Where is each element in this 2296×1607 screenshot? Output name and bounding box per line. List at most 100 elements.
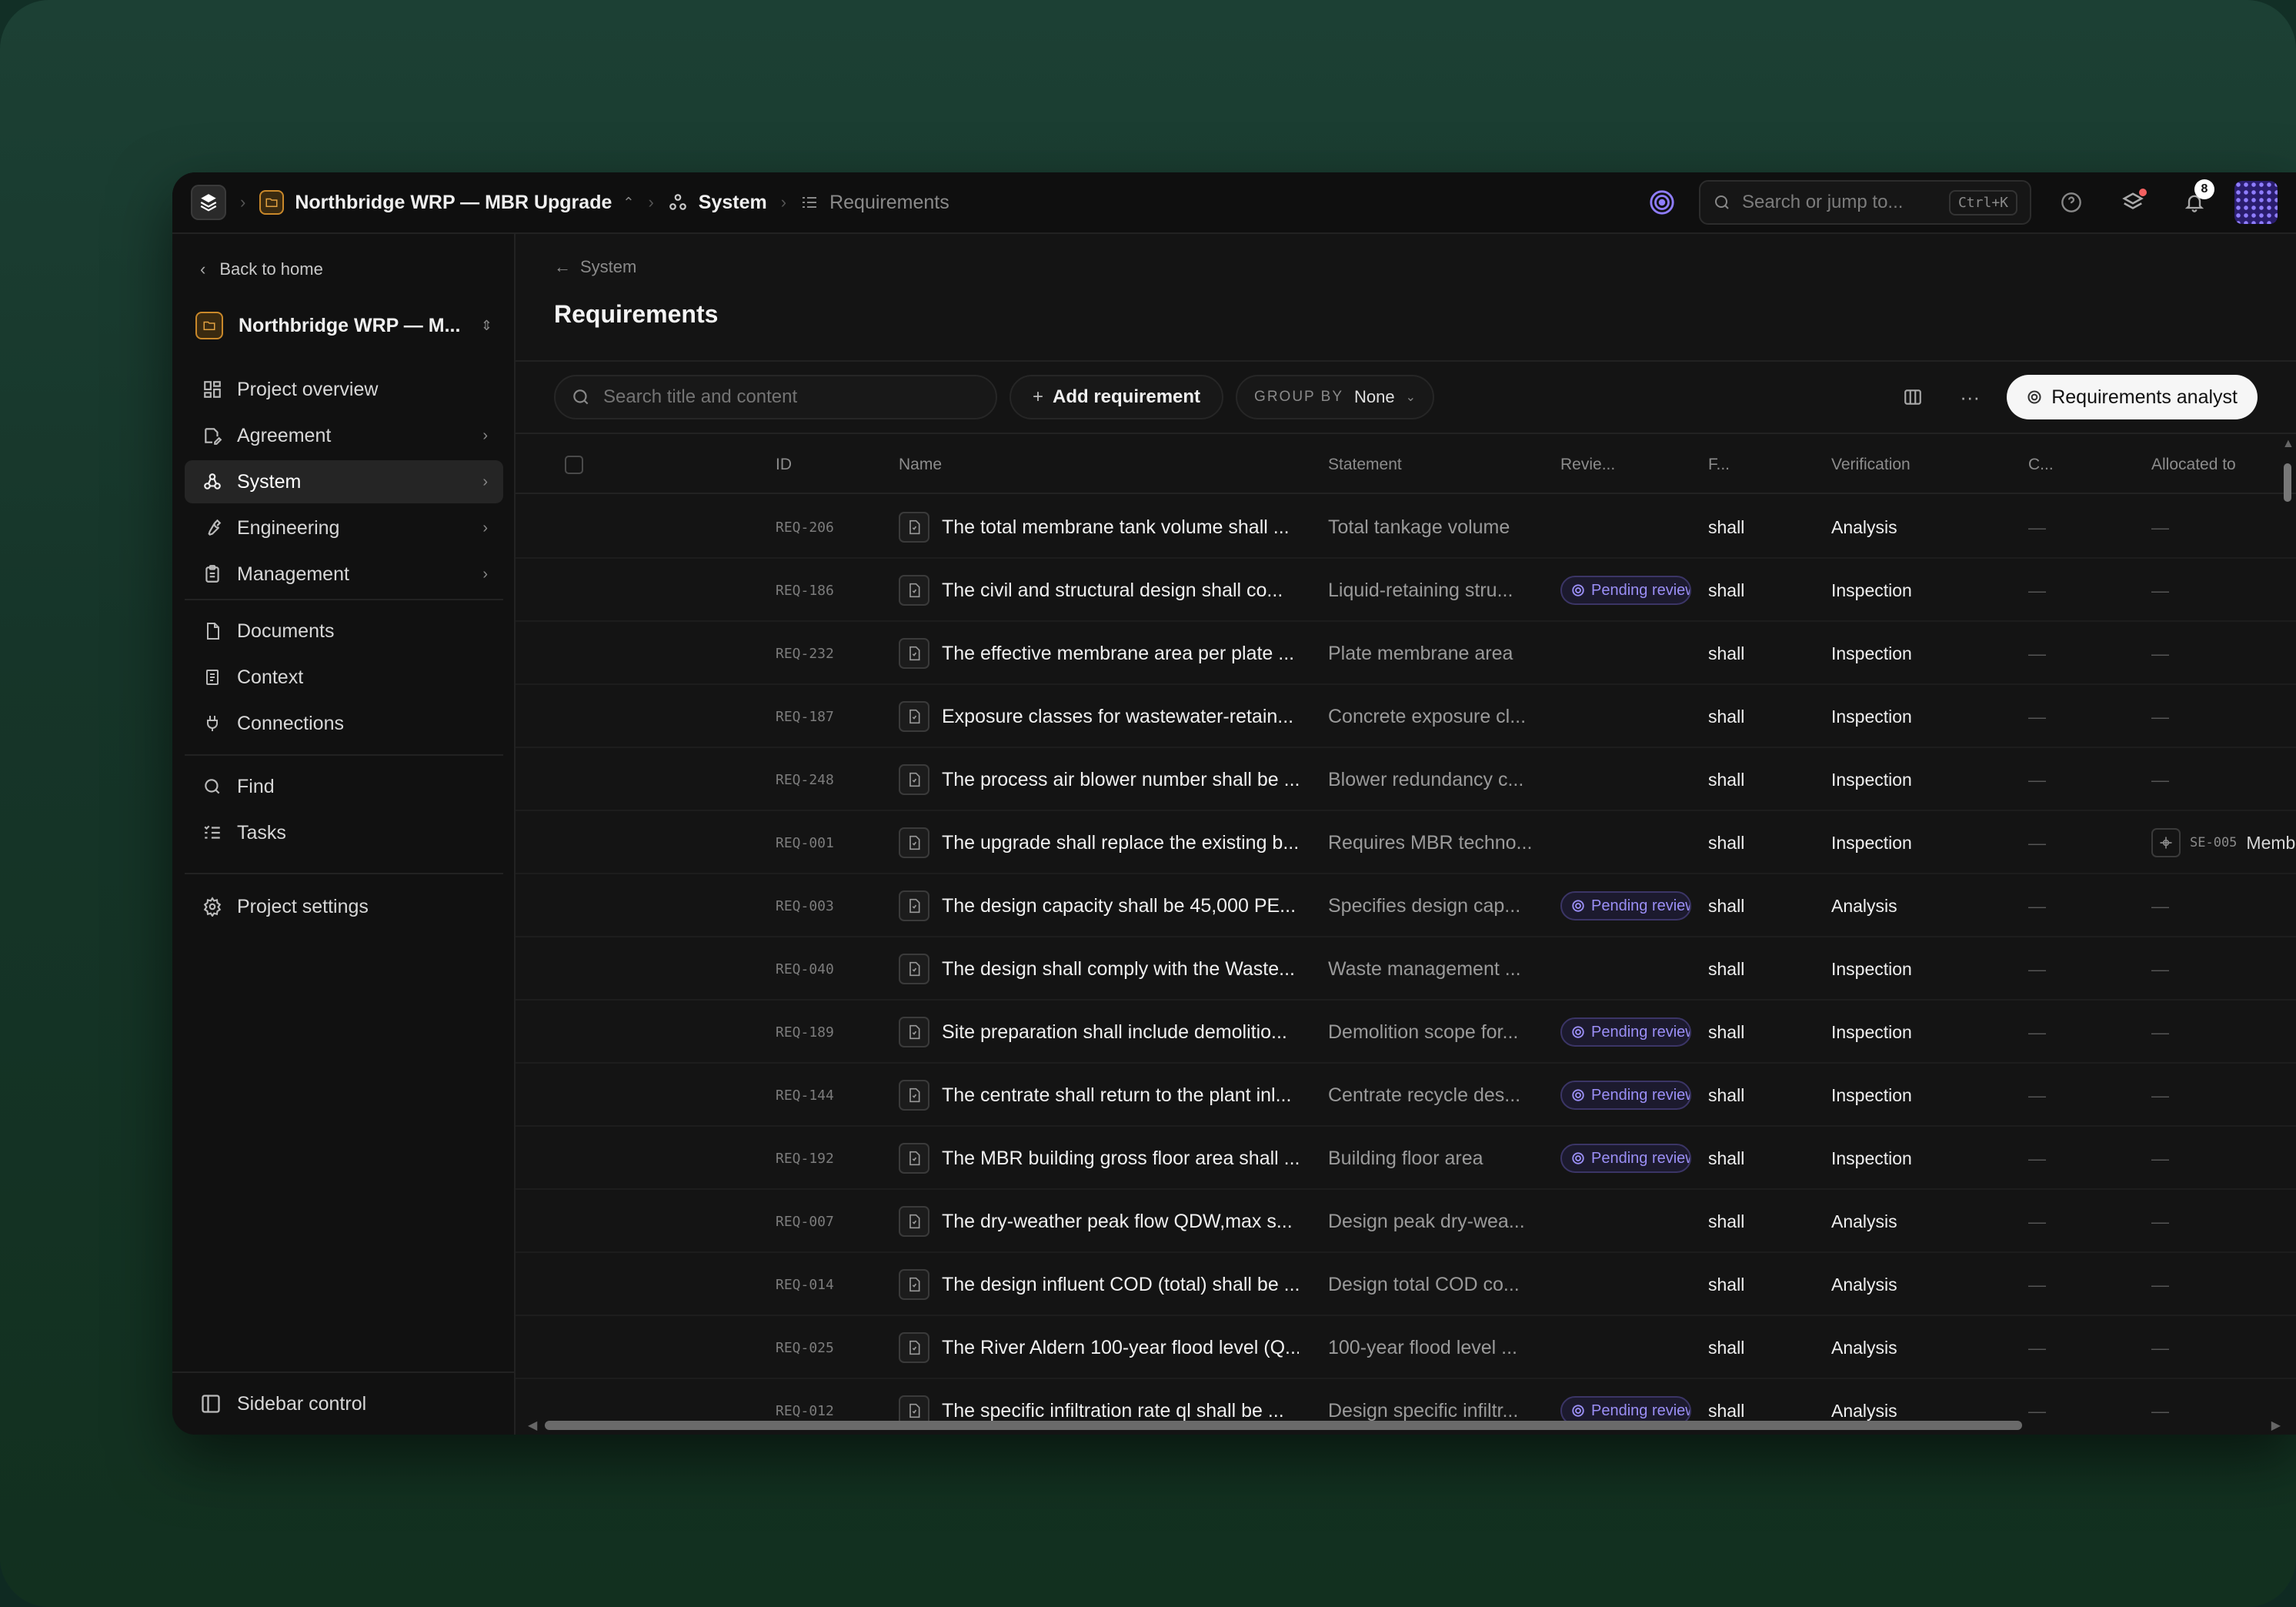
requirement-name-cell[interactable]: The centrate shall return to the plant i…	[899, 1064, 1299, 1127]
sidebar-item-find[interactable]: Find	[185, 765, 503, 808]
app-logo-icon[interactable]	[191, 185, 226, 220]
requirement-name-cell[interactable]: Exposure classes for wastewater-retain..…	[899, 685, 1299, 748]
requirement-name-cell[interactable]: The River Aldern 100-year flood level (Q…	[899, 1316, 1299, 1379]
requirement-name-cell[interactable]: The process air blower number shall be .…	[899, 748, 1299, 811]
table-row[interactable]: REQ-014 The design influent COD (total) s…	[516, 1253, 2296, 1316]
requirement-name-cell[interactable]: The design shall comply with the Waste..…	[899, 937, 1299, 1001]
table-row[interactable]: REQ-186 The civil and structural design s…	[516, 559, 2296, 622]
allocation-empty: —	[2151, 1274, 2169, 1295]
allocated-to-cell[interactable]: —	[2151, 685, 2296, 748]
allocated-to-cell[interactable]: —	[2151, 1127, 2296, 1190]
table-row[interactable]: REQ-206 The total membrane tank volume sh…	[516, 496, 2296, 559]
allocated-to-cell[interactable]: —	[2151, 937, 2296, 1001]
requirement-document-icon	[899, 638, 929, 669]
review-status-badge[interactable]: Pending review	[1560, 576, 1691, 605]
review-status-badge[interactable]: Pending review	[1560, 1017, 1691, 1047]
sidebar-item-project-overview[interactable]: Project overview	[185, 368, 503, 411]
breadcrumb-project[interactable]: Northbridge WRP — MBR Upgrade	[295, 192, 612, 214]
column-header-id[interactable]: ID	[776, 436, 792, 494]
chevron-updown-icon[interactable]: ⌃	[622, 195, 634, 211]
requirement-name-cell[interactable]: The dry-weather peak flow QDW,max s...	[899, 1190, 1299, 1253]
project-switcher[interactable]: Northbridge WRP — M... ⇕	[195, 303, 492, 348]
group-by-key: GROUP BY	[1254, 389, 1344, 405]
requirement-name-cell[interactable]: The design influent COD (total) shall be…	[899, 1253, 1299, 1316]
sidebar-item-system[interactable]: System ›	[185, 460, 503, 503]
columns-icon[interactable]	[1893, 377, 1933, 417]
sidebar-item-tasks[interactable]: Tasks	[185, 811, 503, 854]
sidebar-item-engineering[interactable]: Engineering ›	[185, 506, 503, 550]
more-options-icon[interactable]: ···	[1950, 377, 1990, 417]
sidebar-item-context[interactable]: Context	[185, 656, 503, 699]
allocated-to-cell[interactable]: —	[2151, 1253, 2296, 1316]
chevron-right-icon: ›	[482, 473, 488, 490]
allocated-to-cell[interactable]: —	[2151, 1001, 2296, 1064]
requirements-analyst-button[interactable]: Requirements analyst	[2007, 375, 2258, 419]
allocated-to-cell[interactable]: —	[2151, 1316, 2296, 1379]
table-row[interactable]: REQ-003 The design capacity shall be 45,0…	[516, 874, 2296, 937]
table-row[interactable]: REQ-192 The MBR building gross floor area…	[516, 1127, 2296, 1190]
requirement-name-cell[interactable]: The design capacity shall be 45,000 PE..…	[899, 874, 1299, 937]
select-all-checkbox[interactable]	[565, 456, 583, 474]
bell-icon[interactable]: 8	[2173, 179, 2216, 224]
horizontal-scroll-thumb[interactable]	[545, 1421, 2022, 1430]
breadcrumb-section[interactable]: System	[699, 192, 767, 214]
allocated-to-cell[interactable]: —	[2151, 748, 2296, 811]
back-to-system-link[interactable]: ← System	[554, 257, 636, 277]
scroll-left-arrow-icon[interactable]: ◀	[528, 1418, 537, 1433]
allocated-to-cell[interactable]: SE-005Membrane filtr...	[2151, 811, 2296, 874]
back-to-home-link[interactable]: ‹ Back to home	[200, 251, 323, 288]
review-status-badge[interactable]: Pending review	[1560, 1144, 1691, 1173]
allocated-to-cell[interactable]: —	[2151, 874, 2296, 937]
scroll-up-arrow-icon[interactable]: ▲	[2282, 437, 2294, 451]
sidebar-item-project-settings[interactable]: Project settings	[185, 885, 503, 928]
allocated-to-cell[interactable]: —	[2151, 496, 2296, 559]
scroll-right-arrow-icon[interactable]: ▶	[2271, 1418, 2281, 1433]
help-icon[interactable]	[2050, 181, 2093, 224]
requirement-name-cell[interactable]: The total membrane tank volume shall ...	[899, 496, 1299, 559]
requirement-form: shall	[1708, 1021, 1745, 1042]
column-header-c[interactable]: C...	[2028, 436, 2054, 494]
vertical-scroll-thumb[interactable]	[2284, 463, 2291, 502]
global-search-input[interactable]: Search or jump to... Ctrl+K	[1699, 180, 2031, 225]
allocated-to-cell[interactable]: —	[2151, 1064, 2296, 1127]
sidebar-item-connections[interactable]: Connections	[185, 702, 503, 745]
requirement-name-cell[interactable]: The effective membrane area per plate ..…	[899, 622, 1299, 685]
vertical-scrollbar[interactable]: ▲	[2282, 436, 2294, 1412]
column-header-verification[interactable]: Verification	[1831, 436, 1911, 494]
requirement-name-cell[interactable]: Site preparation shall include demolitio…	[899, 1001, 1299, 1064]
avatar[interactable]	[2234, 181, 2278, 224]
requirement-name-cell[interactable]: The civil and structural design shall co…	[899, 559, 1299, 622]
table-row[interactable]: REQ-189 Site preparation shall include de…	[516, 1001, 2296, 1064]
review-status-badge[interactable]: Pending review	[1560, 891, 1691, 920]
ai-target-icon[interactable]	[1647, 187, 1677, 218]
sidebar-item-agreement[interactable]: Agreement ›	[185, 414, 503, 457]
horizontal-scrollbar[interactable]: ◀ ▶	[528, 1418, 2281, 1433]
allocation-chip[interactable]: SE-005Membrane filtr...	[2151, 828, 2296, 857]
layers-icon[interactable]	[2111, 181, 2154, 224]
group-by-select[interactable]: GROUP BY None ⌄	[1236, 375, 1435, 419]
table-row[interactable]: REQ-001 The upgrade shall replace the exi…	[516, 811, 2296, 874]
allocated-to-cell[interactable]: —	[2151, 1190, 2296, 1253]
table-row[interactable]: REQ-187 Exposure classes for wastewater-r…	[516, 685, 2296, 748]
column-header-review[interactable]: Revie...	[1560, 436, 1615, 494]
sidebar-item-management[interactable]: Management ›	[185, 553, 503, 596]
table-row[interactable]: REQ-040 The design shall comply with the …	[516, 937, 2296, 1001]
table-row[interactable]: REQ-025 The River Aldern 100-year flood l…	[516, 1316, 2296, 1379]
table-row[interactable]: REQ-144 The centrate shall return to the …	[516, 1064, 2296, 1127]
search-input[interactable]: Search title and content	[554, 375, 997, 419]
table-row[interactable]: REQ-007 The dry-weather peak flow QDW,max…	[516, 1190, 2296, 1253]
table-row[interactable]: REQ-248 The process air blower number sha…	[516, 748, 2296, 811]
table-row[interactable]: REQ-232 The effective membrane area per p…	[516, 622, 2296, 685]
requirement-name-cell[interactable]: The upgrade shall replace the existing b…	[899, 811, 1299, 874]
add-requirement-button[interactable]: + Add requirement	[1010, 375, 1224, 419]
sidebar-item-documents[interactable]: Documents	[185, 610, 503, 653]
allocated-to-cell[interactable]: —	[2151, 559, 2296, 622]
column-header-statement[interactable]: Statement	[1328, 436, 1402, 494]
column-header-f[interactable]: F...	[1708, 436, 1730, 494]
column-header-name[interactable]: Name	[899, 436, 942, 494]
sidebar-control-button[interactable]: Sidebar control	[172, 1371, 514, 1435]
column-header-allocated[interactable]: Allocated to	[2151, 436, 2236, 494]
review-status-badge[interactable]: Pending review	[1560, 1081, 1691, 1110]
requirement-name-cell[interactable]: The MBR building gross floor area shall …	[899, 1127, 1299, 1190]
allocated-to-cell[interactable]: —	[2151, 622, 2296, 685]
